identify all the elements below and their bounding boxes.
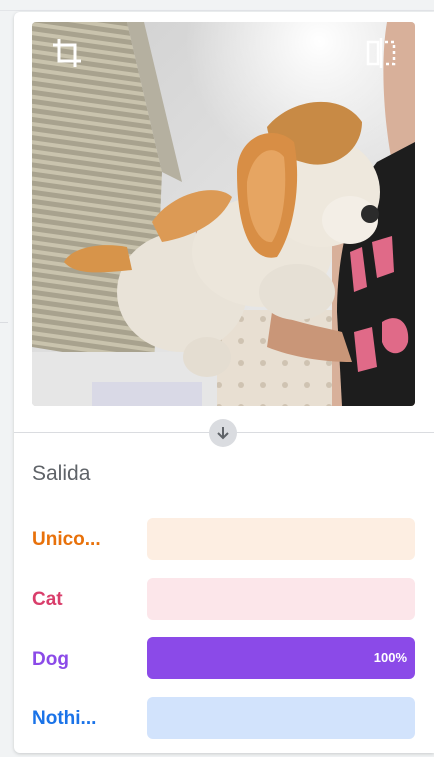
confidence-bar — [147, 518, 415, 560]
teachable-machine-preview-panel: Salida Unico... Cat Dog 100% Nothi... — [0, 0, 434, 757]
confidence-bar — [147, 578, 415, 620]
class-label: Cat — [32, 589, 63, 610]
confidence-bar: 100% — [147, 637, 415, 679]
class-label: Dog — [32, 649, 69, 670]
crop-icon[interactable] — [50, 36, 84, 70]
confidence-percent: 100% — [373, 650, 407, 665]
class-label: Nothi... — [32, 708, 97, 729]
confidence-bar — [147, 697, 415, 739]
output-title: Salida — [32, 462, 91, 485]
webcam-preview-image — [32, 22, 415, 406]
flip-horizontal-icon[interactable] — [364, 36, 398, 70]
top-edge — [0, 0, 434, 11]
gutter-divider — [0, 322, 8, 323]
arrow-down-icon — [209, 419, 237, 447]
class-label: Unico... — [32, 529, 101, 550]
